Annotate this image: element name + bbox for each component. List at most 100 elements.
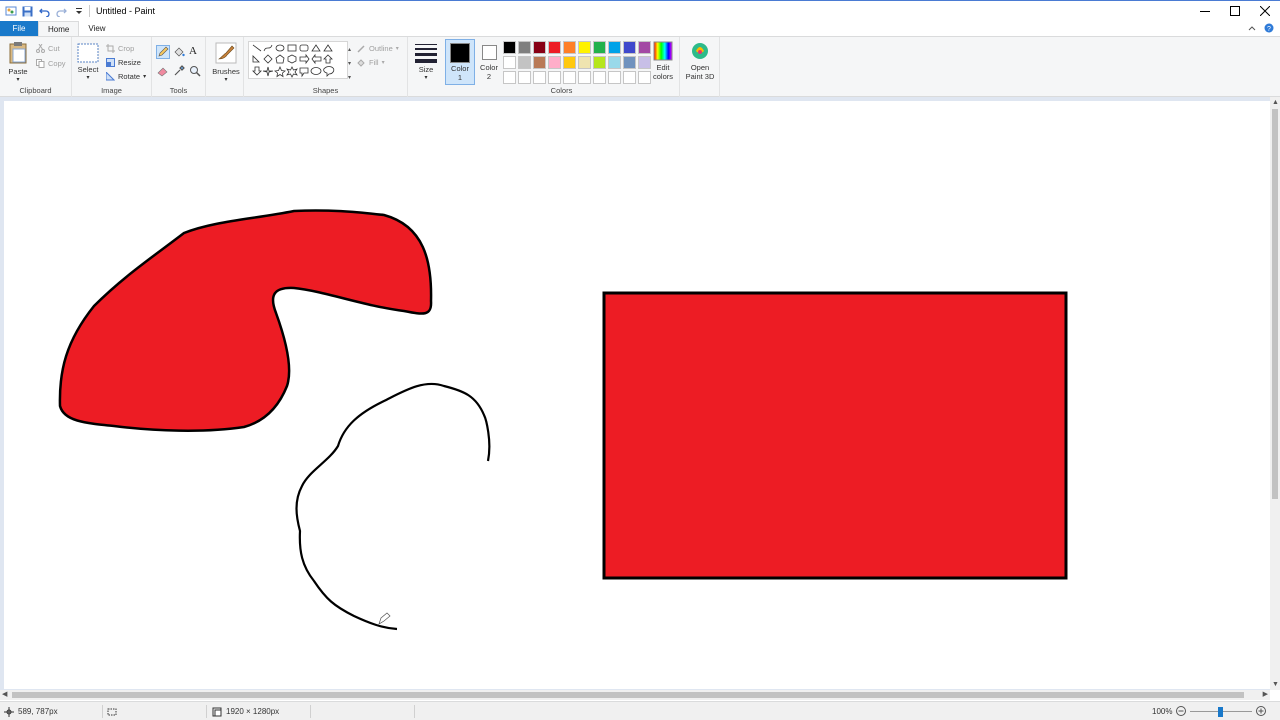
maximize-button[interactable] [1220,1,1250,21]
palette-swatch[interactable] [533,56,546,69]
palette-swatch[interactable] [548,56,561,69]
paint-bucket-icon [174,47,185,57]
horizontal-scroll-thumb[interactable] [12,692,1244,698]
tab-file[interactable]: File [0,21,38,36]
palette-swatch[interactable] [518,56,531,69]
vertical-scrollbar[interactable]: ▲ ▼ [1270,97,1280,690]
palette-swatch[interactable] [608,41,621,54]
tab-home[interactable]: Home [38,21,80,36]
shapes-group: ▴ ▾ ▾ Outline ▾ Fill ▾ Shapes [244,37,408,97]
palette-swatch[interactable] [623,41,636,54]
palette-swatch[interactable] [578,41,591,54]
palette-swatch[interactable] [563,71,576,84]
rotate-button[interactable]: Rotate ▾ [106,70,146,82]
shapes-gallery[interactable] [248,41,348,79]
tools-group: A Tools [152,37,206,97]
brush-icon [215,42,237,64]
palette-swatch[interactable] [548,41,561,54]
palette-swatch[interactable] [593,71,606,84]
palette-swatch[interactable] [578,71,591,84]
crop-button[interactable]: Crop [106,42,134,54]
pencil-cursor-icon [378,612,391,625]
paste-button[interactable]: Paste ▾ [6,41,30,83]
image-size-text: 1920 × 1280px [226,707,280,716]
horizontal-scrollbar[interactable]: ◀ ▶ [0,690,1270,700]
zoom-slider-thumb[interactable] [1218,706,1224,717]
palette-swatch[interactable] [533,41,546,54]
zoom-out-icon[interactable] [1176,705,1187,718]
scroll-down-arrow-icon[interactable]: ▼ [1272,680,1279,690]
scroll-left-arrow-icon[interactable]: ◀ [2,690,7,700]
palette-swatch[interactable] [563,41,576,54]
save-icon[interactable] [21,5,34,18]
crop-icon [106,43,115,53]
palette-swatch[interactable] [578,56,591,69]
vertical-scroll-thumb[interactable] [1272,109,1278,499]
outline-icon [357,44,365,53]
color-palette [503,41,651,84]
palette-swatch[interactable] [608,71,621,84]
text-tool[interactable]: A [189,45,197,57]
color2-swatch [481,45,497,60]
palette-swatch[interactable] [503,71,516,84]
image-size: 1920 × 1280px [212,702,279,720]
fill-button[interactable]: Fill ▾ [357,56,385,68]
redo-icon[interactable] [55,5,68,18]
copy-button[interactable]: Copy [36,57,66,69]
open-paint3d-button[interactable]: Open Paint 3D [682,41,718,81]
scissors-icon [36,43,45,53]
brushes-button[interactable]: Brushes ▾ [212,41,240,83]
title-bar: Untitled - Paint [0,0,1280,21]
close-icon [1260,6,1270,16]
palette-swatch[interactable] [608,56,621,69]
ribbon: Paste ▾ Cut Copy Clipboard Select ▾ Crop… [0,36,1280,97]
palette-swatch[interactable] [623,56,636,69]
resize-icon [106,57,115,67]
collapse-ribbon-chevron-icon[interactable] [1248,24,1256,33]
palette-swatch[interactable] [533,71,546,84]
fill-icon [357,58,365,67]
customize-qat-chevron-icon[interactable] [72,5,85,18]
size-button[interactable]: Size ▾ [413,41,439,81]
image-group: Select ▾ Crop Resize Rotate ▾ Image [72,37,152,97]
magnifier-tool[interactable] [189,65,201,79]
zoom-in-icon[interactable] [1256,705,1267,718]
minimize-button[interactable] [1190,1,1220,21]
scroll-up-arrow-icon[interactable]: ▲ [1272,98,1279,108]
palette-swatch[interactable] [593,56,606,69]
shapes-scroll-chevron-icon[interactable]: ▴ ▾ ▾ [348,43,351,85]
zoom-slider[interactable] [1190,706,1253,717]
color-picker-tool[interactable] [173,65,185,79]
eraser-tool[interactable] [157,65,169,79]
palette-swatch[interactable] [548,71,561,84]
palette-swatch[interactable] [518,41,531,54]
resize-button[interactable]: Resize [106,56,141,68]
fill-tool[interactable] [173,46,185,60]
palette-swatch[interactable] [503,41,516,54]
palette-swatch[interactable] [503,56,516,69]
edit-colors-button[interactable]: Edit colors [648,41,678,81]
undo-icon[interactable] [38,5,51,18]
palette-swatch[interactable] [623,71,636,84]
paint-app-icon[interactable] [4,5,17,18]
color2-button[interactable]: Color 2 [475,39,503,85]
copy-icon [36,58,45,68]
tab-view[interactable]: View [79,21,114,36]
drawing-canvas[interactable] [4,101,1270,689]
color1-button[interactable]: Color 1 [445,39,475,85]
pencil-tool[interactable] [156,45,170,59]
scroll-right-arrow-icon[interactable]: ▶ [1263,690,1268,700]
select-button[interactable]: Select ▾ [76,43,100,81]
help-icon[interactable]: ? [1264,23,1274,35]
size-group: Size ▾ [408,37,444,97]
edit-colors-icon [653,41,673,61]
rotate-icon [106,71,115,80]
close-button[interactable] [1250,1,1280,21]
palette-swatch[interactable] [563,56,576,69]
eyedropper-icon [174,65,185,76]
palette-swatch[interactable] [593,41,606,54]
cut-button[interactable]: Cut [36,42,60,54]
canvas-drawing [58,209,1068,631]
palette-swatch[interactable] [518,71,531,84]
outline-button[interactable]: Outline ▾ [357,42,399,54]
